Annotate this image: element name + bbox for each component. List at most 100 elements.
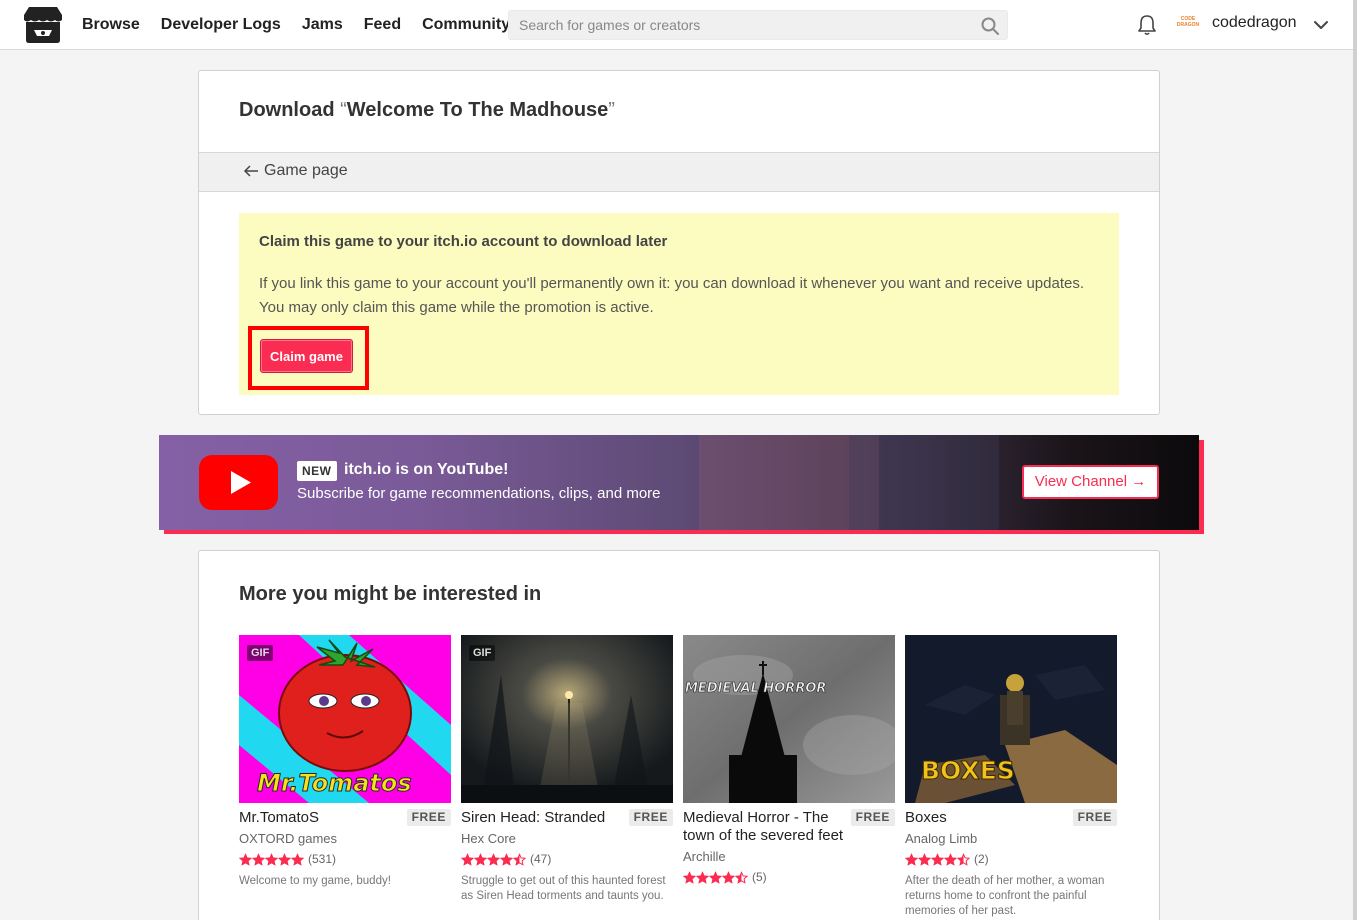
- back-arrow-icon: [243, 165, 258, 177]
- nav-developer-logs[interactable]: Developer Logs: [161, 16, 281, 34]
- star-icon: [683, 870, 696, 884]
- avatar[interactable]: CODE DRAGON: [1175, 12, 1201, 38]
- star-icon: [487, 852, 500, 866]
- nav-feed[interactable]: Feed: [364, 16, 401, 34]
- thumb-title-text: MEDIEVAL HORROR: [685, 681, 826, 696]
- rating-count: (2): [974, 852, 989, 866]
- banner-subtitle: Subscribe for game recommendations, clip…: [297, 485, 661, 502]
- star-icon: [905, 852, 918, 866]
- star-icon: [957, 852, 970, 866]
- price-badge: FREE: [406, 809, 451, 826]
- nav-community[interactable]: Community: [422, 16, 510, 34]
- game-author-link[interactable]: Hex Core: [461, 831, 673, 847]
- rating-count: (531): [308, 852, 337, 866]
- banner-title: itch.io is on YouTube!: [344, 461, 509, 478]
- game-description: After the death of her mother, a woman r…: [905, 875, 1105, 917]
- star-icon: [944, 852, 957, 866]
- claim-notice: Claim this game to your itch.io account …: [239, 213, 1119, 395]
- banner-backdrop: [849, 435, 999, 530]
- star-icon: [931, 852, 944, 866]
- game-title: Welcome To The Madhouse: [346, 99, 609, 121]
- rating: (47): [461, 852, 673, 866]
- section-title: More you might be interested in: [239, 583, 542, 605]
- rating-count: (47): [530, 852, 552, 866]
- notification-bell-icon[interactable]: [1137, 14, 1157, 36]
- game-title-link[interactable]: Medieval Horror - The town of the severe…: [683, 809, 851, 845]
- star-icon: [461, 852, 474, 866]
- search-bar: [508, 10, 1008, 40]
- star-rating: [683, 870, 748, 884]
- star-icon: [500, 852, 513, 866]
- game-page-bar: Game page: [199, 152, 1159, 192]
- gif-badge: GIF: [469, 645, 496, 661]
- star-icon: [696, 870, 709, 884]
- search-icon[interactable]: [980, 16, 1000, 36]
- claim-game-button[interactable]: Claim game: [260, 339, 353, 373]
- star-icon: [265, 852, 278, 866]
- game-page-label: Game page: [264, 162, 348, 179]
- star-rating: [905, 852, 970, 866]
- price-badge: FREE: [628, 809, 673, 826]
- star-icon: [722, 870, 735, 884]
- game-card: MEDIEVAL HORROR Medieval Horror - The to…: [683, 635, 895, 884]
- thumb-title-text: BOXES: [921, 756, 1015, 785]
- main-nav: Browse Developer Logs Jams Feed Communit…: [82, 0, 531, 50]
- itchio-logo-icon[interactable]: [23, 6, 63, 44]
- star-icon: [709, 870, 722, 884]
- game-card: Mr.Tomatos GIF Mr.TomatoS FREE OXTORD ga…: [239, 635, 451, 889]
- search-input[interactable]: [509, 11, 969, 39]
- rating-count: (5): [752, 870, 767, 884]
- site-header: Browse Developer Logs Jams Feed Communit…: [0, 0, 1357, 50]
- game-thumbnail[interactable]: Mr.Tomatos GIF: [239, 635, 451, 803]
- church-thumbnail-image: MEDIEVAL HORROR: [683, 635, 895, 803]
- page-title: Download “Welcome To The Madhouse”: [239, 99, 615, 122]
- download-panel: Download “Welcome To The Madhouse” Game …: [198, 70, 1160, 415]
- view-channel-button[interactable]: View Channel →: [1022, 465, 1159, 499]
- nav-browse[interactable]: Browse: [82, 16, 140, 34]
- game-title-link[interactable]: Siren Head: Stranded: [461, 809, 629, 827]
- open-quote: “: [340, 99, 347, 121]
- game-description: Struggle to get out of this haunted fore…: [461, 875, 666, 902]
- game-author-link[interactable]: Archille: [683, 849, 895, 865]
- scrollbar[interactable]: [1353, 0, 1357, 920]
- game-card: BOXES Boxes FREE Analog Limb (2) After t…: [905, 635, 1117, 919]
- game-title-link[interactable]: Boxes: [905, 809, 1073, 827]
- new-badge: NEW: [297, 461, 337, 481]
- star-icon: [278, 852, 291, 866]
- game-description: Welcome to my game, buddy!: [239, 875, 391, 887]
- youtube-banner[interactable]: NEW itch.io is on YouTube! Subscribe for…: [159, 435, 1199, 530]
- star-icon: [474, 852, 487, 866]
- price-badge: FREE: [850, 809, 895, 826]
- game-thumbnail[interactable]: MEDIEVAL HORROR: [683, 635, 895, 803]
- game-thumbnail[interactable]: BOXES: [905, 635, 1117, 803]
- star-icon: [735, 870, 748, 884]
- youtube-logo-icon: [199, 455, 278, 510]
- gif-badge: GIF: [247, 645, 274, 661]
- recommendations-panel: More you might be interested in Mr.Tomat…: [198, 550, 1160, 920]
- star-icon: [291, 852, 304, 866]
- rating: (531): [239, 852, 451, 866]
- claim-title: Claim this game to your itch.io account …: [259, 233, 668, 250]
- rating: (5): [683, 870, 895, 884]
- thumb-title-text: Mr.Tomatos: [257, 769, 412, 797]
- game-author-link[interactable]: OXTORD games: [239, 831, 451, 847]
- game-thumbnail[interactable]: GIF: [461, 635, 673, 803]
- claim-description: If you link this game to your account yo…: [259, 275, 1084, 316]
- price-badge: FREE: [1072, 809, 1117, 826]
- game-page-link[interactable]: Game page: [243, 162, 348, 180]
- username[interactable]: codedragon: [1212, 14, 1297, 32]
- rating: (2): [905, 852, 1117, 866]
- star-rating: [461, 852, 526, 866]
- boxes-thumbnail-image: BOXES: [905, 635, 1117, 803]
- game-title-link[interactable]: Mr.TomatoS: [239, 809, 407, 827]
- nav-jams[interactable]: Jams: [302, 16, 343, 34]
- star-icon: [252, 852, 265, 866]
- star-rating: [239, 852, 304, 866]
- star-icon: [513, 852, 526, 866]
- close-quote: ”: [608, 99, 615, 121]
- game-author-link[interactable]: Analog Limb: [905, 831, 1117, 847]
- star-icon: [918, 852, 931, 866]
- star-icon: [239, 852, 252, 866]
- chevron-down-icon[interactable]: [1313, 17, 1329, 33]
- title-prefix: Download: [239, 99, 335, 121]
